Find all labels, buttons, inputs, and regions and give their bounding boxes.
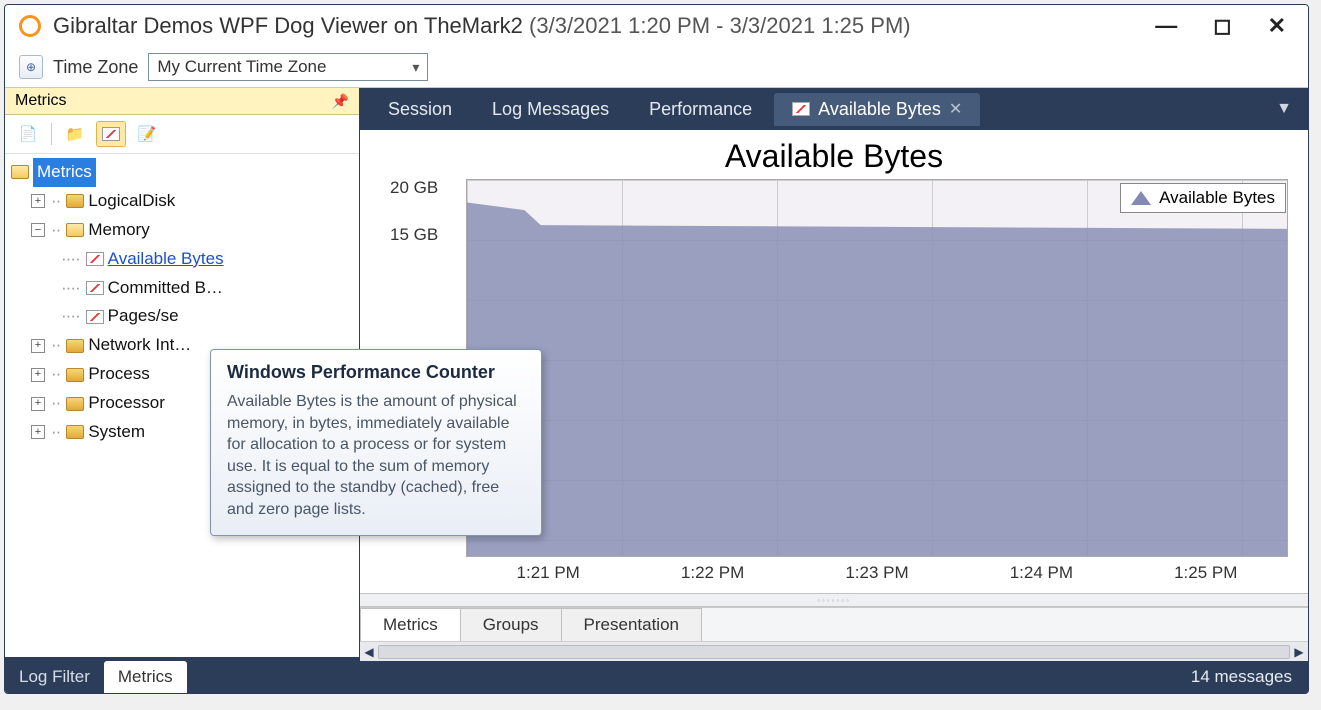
app-window: Gibraltar Demos WPF Dog Viewer on TheMar… xyxy=(4,4,1309,694)
expand-icon[interactable]: + xyxy=(31,368,45,382)
x-tick: 1:24 PM xyxy=(1010,563,1073,583)
folders-button[interactable]: 📁 xyxy=(60,121,90,147)
chart-icon xyxy=(86,281,104,295)
tab-available-bytes-label: Available Bytes xyxy=(818,99,941,120)
chart-title: Available Bytes xyxy=(360,130,1308,179)
chart-icon xyxy=(102,127,120,141)
folder-icon xyxy=(66,397,84,411)
x-tick: 1:22 PM xyxy=(681,563,744,583)
status-bar: 14 messages xyxy=(360,661,1308,693)
settings-button[interactable]: 📝 xyxy=(132,121,162,147)
add-metric-button[interactable]: 📄 xyxy=(13,121,43,147)
tab-available-bytes[interactable]: Available Bytes ✕ xyxy=(774,93,980,126)
tree-node-logicaldisk[interactable]: +·· LogicalDisk xyxy=(31,187,353,216)
separator xyxy=(51,123,52,145)
folder-open-icon xyxy=(11,165,29,179)
lower-tab-groups[interactable]: Groups xyxy=(460,608,562,641)
lower-tab-metrics[interactable]: Metrics xyxy=(360,608,461,641)
tab-session[interactable]: Session xyxy=(370,93,470,126)
x-tick: 1:23 PM xyxy=(845,563,908,583)
tabs-menu-button[interactable]: ▼ xyxy=(1270,100,1298,118)
sidebar-header: Metrics 📌 xyxy=(5,88,359,115)
lower-tab-presentation[interactable]: Presentation xyxy=(561,608,702,641)
sidebar-toolbar: 📄 📁 📝 xyxy=(5,115,359,154)
scroll-right-icon[interactable]: ▶ xyxy=(1290,643,1308,661)
close-tab-icon[interactable]: ✕ xyxy=(949,99,962,119)
tooltip-title: Windows Performance Counter xyxy=(227,362,525,383)
plot-surface[interactable] xyxy=(466,179,1288,557)
collapse-icon[interactable]: − xyxy=(31,223,45,237)
x-axis: 1:21 PM 1:22 PM 1:23 PM 1:24 PM 1:25 PM xyxy=(466,563,1288,583)
titlebar: Gibraltar Demos WPF Dog Viewer on TheMar… xyxy=(5,5,1308,47)
tab-log-messages[interactable]: Log Messages xyxy=(474,93,627,126)
minimize-button[interactable]: — xyxy=(1155,13,1177,39)
body: Metrics 📌 📄 📁 📝 Metrics +·· LogicalDisk xyxy=(5,88,1308,693)
tab-performance[interactable]: Performance xyxy=(631,93,770,126)
folder-icon xyxy=(66,339,84,353)
area-series xyxy=(467,180,1287,556)
add-timerange-button[interactable]: ⊕ xyxy=(19,55,43,79)
chart-legend: Available Bytes xyxy=(1120,183,1286,213)
chart-icon xyxy=(792,102,810,116)
x-tick: 1:25 PM xyxy=(1174,563,1237,583)
scroll-track[interactable] xyxy=(378,645,1290,659)
chart-icon xyxy=(86,310,104,324)
expand-icon[interactable]: + xyxy=(31,397,45,411)
expand-icon[interactable]: + xyxy=(31,194,45,208)
chart-icon xyxy=(86,252,104,266)
tab-metrics[interactable]: Metrics xyxy=(104,661,187,693)
tree-root[interactable]: Metrics xyxy=(11,158,353,187)
timezone-value: My Current Time Zone xyxy=(157,57,326,77)
tree-node-memory[interactable]: −·· Memory xyxy=(31,216,353,245)
title-main: Gibraltar Demos WPF Dog Viewer on TheMar… xyxy=(53,13,523,38)
tree-leaf-committed[interactable]: ···· Committed B… xyxy=(59,274,353,303)
tooltip: Windows Performance Counter Available By… xyxy=(210,349,542,536)
toolbar: ⊕ Time Zone My Current Time Zone ▾ xyxy=(5,47,1308,88)
tooltip-body: Available Bytes is the amount of physica… xyxy=(227,391,525,521)
scroll-left-icon[interactable]: ◀ xyxy=(360,643,378,661)
title-range: (3/3/2021 1:20 PM - 3/3/2021 1:25 PM) xyxy=(529,13,911,38)
folder-open-icon xyxy=(66,223,84,237)
pin-icon[interactable]: 📌 xyxy=(332,93,349,110)
expand-icon[interactable]: + xyxy=(31,425,45,439)
sidebar-title: Metrics xyxy=(15,92,67,110)
folder-icon xyxy=(66,368,84,382)
y-axis: 20 GB 15 GB xyxy=(390,179,438,243)
tab-log-filter[interactable]: Log Filter xyxy=(5,661,104,693)
chart-view-button[interactable] xyxy=(96,121,126,147)
folder-icon xyxy=(66,194,84,208)
app-icon xyxy=(19,15,41,37)
tree-leaf-available-bytes[interactable]: ···· Available Bytes xyxy=(59,245,353,274)
lower-tabs: Metrics Groups Presentation xyxy=(360,607,1308,641)
timezone-select[interactable]: My Current Time Zone ▾ xyxy=(148,53,428,81)
timezone-label: Time Zone xyxy=(53,57,138,78)
maximize-button[interactable]: ◻ xyxy=(1213,13,1231,39)
legend-label: Available Bytes xyxy=(1159,188,1275,208)
tree-leaf-pages-sec[interactable]: ···· Pages/se xyxy=(59,302,353,331)
close-button[interactable]: ✕ xyxy=(1268,13,1286,39)
status-messages: 14 messages xyxy=(1191,667,1292,687)
horizontal-scrollbar[interactable]: ◀ ▶ xyxy=(360,641,1308,661)
legend-triangle-icon xyxy=(1131,191,1151,205)
y-tick: 20 GB xyxy=(390,179,438,196)
chevron-down-icon: ▾ xyxy=(412,59,419,76)
folder-icon xyxy=(66,425,84,439)
window-title: Gibraltar Demos WPF Dog Viewer on TheMar… xyxy=(53,13,1143,39)
sidebar-bottom-tabs: Log Filter Metrics xyxy=(5,657,359,693)
splitter[interactable]: ◦◦◦◦◦◦◦ xyxy=(360,593,1308,607)
main-tabs: Session Log Messages Performance Availab… xyxy=(360,88,1308,130)
y-tick: 15 GB xyxy=(390,226,438,243)
x-tick: 1:21 PM xyxy=(517,563,580,583)
expand-icon[interactable]: + xyxy=(31,339,45,353)
